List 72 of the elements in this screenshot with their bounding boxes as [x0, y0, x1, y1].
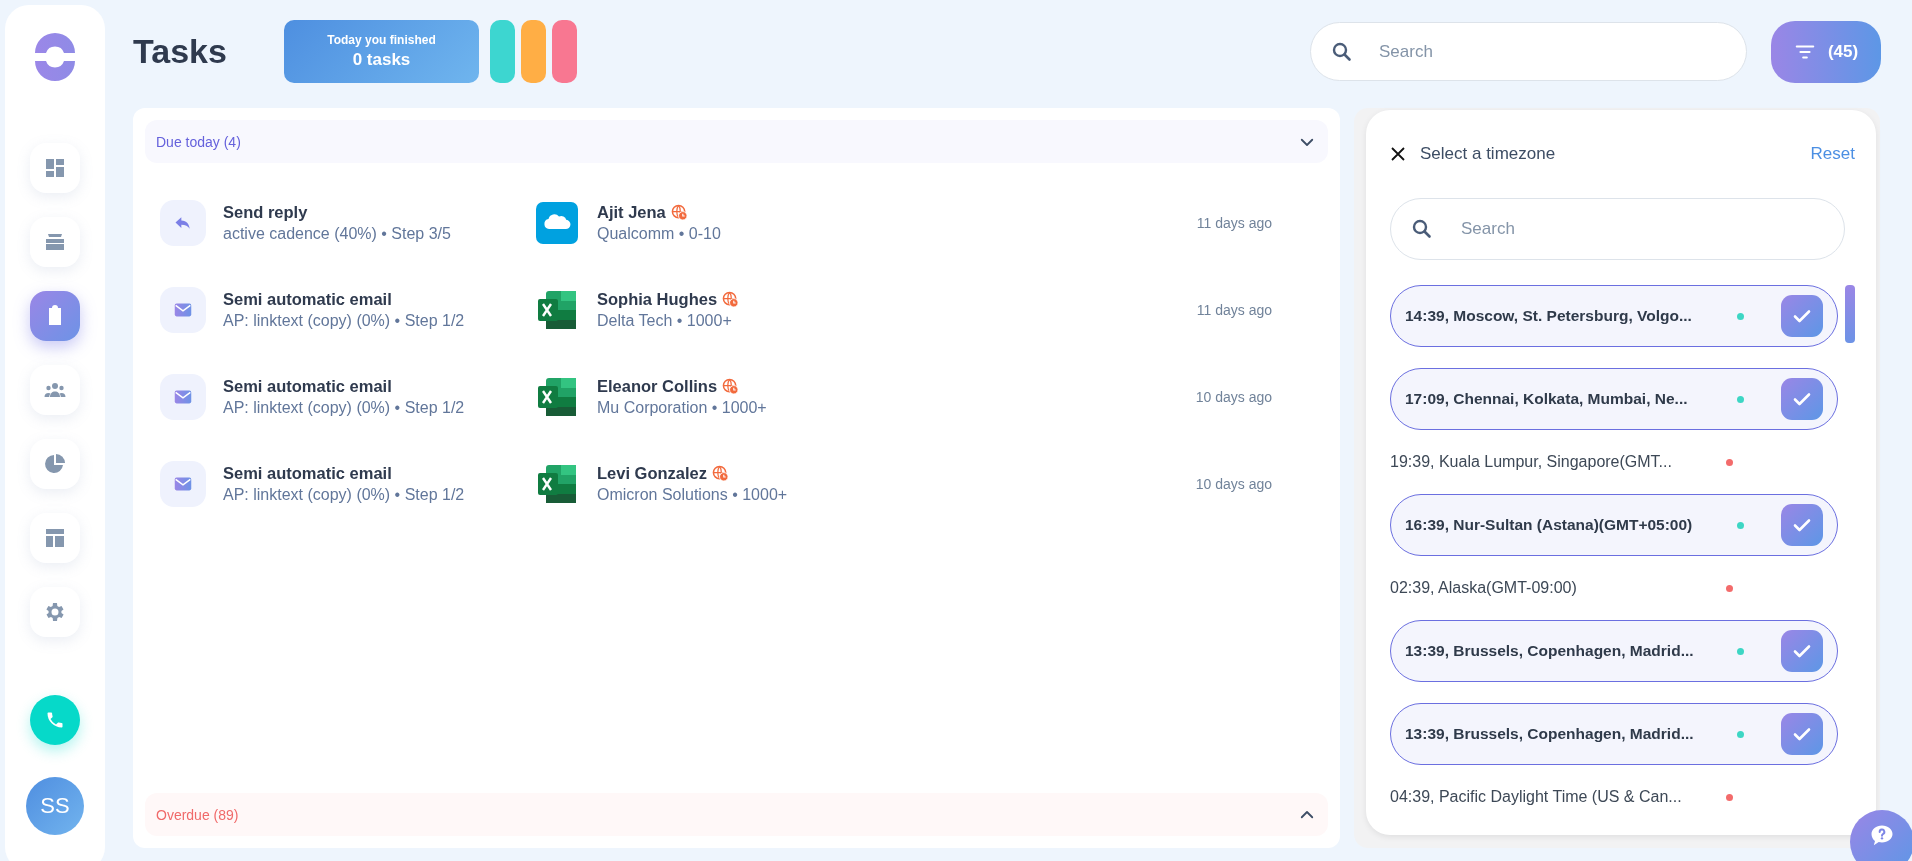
search-field[interactable]: Search	[1310, 22, 1747, 81]
spreadsheet-app-icon	[536, 375, 578, 418]
due-time: 10 days ago	[1195, 475, 1272, 492]
timezone-option[interactable]: 16:39, Nur-Sultan (Astana)(GMT+05:00)	[1390, 494, 1838, 556]
envelope-icon	[160, 460, 206, 507]
globe-clock-icon	[722, 290, 740, 308]
stat-pill[interactable]	[521, 20, 546, 83]
stat-pill[interactable]	[552, 20, 577, 83]
timezone-search-field[interactable]: Search	[1390, 198, 1845, 260]
search-icon	[1410, 217, 1434, 241]
cloud-app-icon	[536, 201, 578, 244]
today-value: 0 tasks	[352, 50, 411, 70]
contact-name[interactable]: Eleanor Collins	[597, 376, 718, 396]
page-title: Tasks	[133, 32, 228, 71]
contact-name[interactable]: Sophia Hughes	[597, 289, 718, 309]
nav-button[interactable]	[30, 217, 80, 267]
envelope-icon	[160, 286, 206, 333]
reply-icon	[160, 199, 206, 246]
timezone-option[interactable]: 17:09, Chennai, Kolkata, Mumbai, Ne...	[1390, 368, 1838, 430]
globe-clock-icon	[712, 464, 730, 482]
task-detail: AP: linktext (copy) (0%) • Step 1/2	[223, 485, 465, 504]
phone-icon	[45, 710, 65, 730]
pie-chart-icon	[43, 452, 67, 476]
task-detail: AP: linktext (copy) (0%) • Step 1/2	[223, 311, 465, 330]
nav-button[interactable]	[30, 365, 80, 415]
today-label: Today you finished	[327, 33, 436, 47]
close-icon	[1390, 146, 1406, 162]
contact-name[interactable]: Levi Gonzalez	[597, 463, 708, 483]
nav-button[interactable]	[30, 291, 80, 341]
nav-button[interactable]	[30, 143, 80, 193]
globe-clock-icon	[722, 377, 740, 395]
phone-button[interactable]	[30, 695, 80, 745]
due-time: 11 days ago	[1196, 214, 1272, 231]
timezone-option[interactable]: 14:39, Moscow, St. Petersburg, Volgo...	[1390, 285, 1838, 347]
section-header[interactable]: Due today (4)	[145, 120, 1328, 163]
timezone-option[interactable]: 13:39, Brussels, Copenhagen, Madrid...	[1390, 620, 1838, 682]
task-title[interactable]: Semi automatic email	[223, 463, 465, 483]
timezone-option[interactable]: 19:39, Kuala Lumpur, Singapore(GMT...	[1390, 451, 1838, 473]
stat-pill[interactable]	[490, 20, 515, 83]
nav-button[interactable]	[30, 439, 80, 489]
timezone-option[interactable]: 02:39, Alaska(GMT-09:00)	[1390, 577, 1838, 599]
nav-button[interactable]	[30, 513, 80, 563]
checkbox[interactable]	[1781, 504, 1823, 546]
task-title[interactable]: Semi automatic email	[223, 376, 465, 396]
globe-clock-icon	[670, 203, 688, 221]
timezone-option[interactable]: 13:39, Brussels, Copenhagen, Madrid...	[1390, 703, 1838, 765]
dashboard-icon	[43, 156, 67, 180]
company-info: Omicron Solutions • 1000+	[597, 485, 788, 504]
checkbox[interactable]	[1781, 295, 1823, 337]
company-info: Qualcomm • 0-10	[597, 224, 721, 243]
help-button[interactable]	[1850, 810, 1912, 861]
layout-icon	[43, 526, 67, 550]
company-info: Delta Tech • 1000+	[597, 311, 733, 330]
nav-button[interactable]	[30, 587, 80, 637]
task-detail: active cadence (40%) • Step 3/5	[223, 224, 451, 243]
panel-title: Select a timezone	[1420, 144, 1556, 164]
task-title[interactable]: Semi automatic email	[223, 289, 465, 309]
timezone-option[interactable]: 04:39, Pacific Daylight Time (US & Can...	[1390, 786, 1838, 808]
checkbox[interactable]	[1781, 713, 1823, 755]
checkbox[interactable]	[1781, 378, 1823, 420]
due-time: 11 days ago	[1196, 301, 1272, 318]
scrollbar-thumb[interactable]	[1845, 285, 1855, 343]
contact-name[interactable]: Ajit Jena	[597, 202, 666, 222]
task-title[interactable]: Send reply	[223, 202, 451, 222]
spreadsheet-app-icon	[536, 288, 578, 331]
due-time: 10 days ago	[1195, 388, 1272, 405]
close-button[interactable]	[1390, 146, 1406, 162]
checkbox[interactable]	[1781, 630, 1823, 672]
task-detail: AP: linktext (copy) (0%) • Step 1/2	[223, 398, 465, 417]
spreadsheet-app-icon	[536, 462, 578, 505]
company-info: Mu Corporation • 1000+	[597, 398, 767, 417]
envelope-icon	[160, 373, 206, 420]
